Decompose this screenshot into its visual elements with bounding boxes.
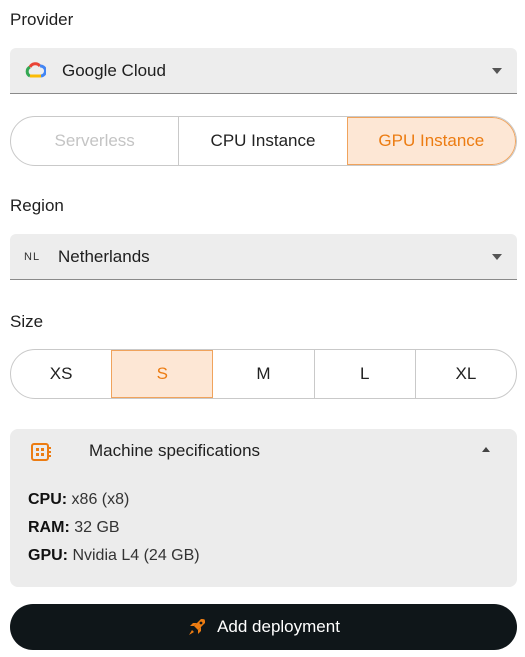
size-option-xl[interactable]: XL [414, 350, 516, 398]
machine-specifications-panel: Machine specifications CPU: x86 (x8) RAM… [10, 429, 517, 587]
chevron-down-icon[interactable] [492, 254, 502, 260]
spec-ram-value: 32 GB [69, 519, 120, 536]
region-code: NL [24, 250, 41, 263]
region-select[interactable]: NL Netherlands [10, 234, 517, 280]
spec-cpu-value: x86 (x8) [67, 491, 130, 508]
size-option-l[interactable]: L [313, 350, 415, 398]
machine-specifications-title: Machine specifications [89, 441, 261, 460]
spec-ram: RAM: 32 GB [28, 519, 120, 537]
size-label: Size [10, 312, 44, 331]
spec-gpu-value: Nvidia L4 (24 GB) [68, 547, 200, 564]
add-deployment-label: Add deployment [217, 617, 340, 636]
spec-ram-label: RAM: [28, 519, 70, 536]
provider-value: Google Cloud [62, 60, 166, 80]
size-option-m[interactable]: M [213, 350, 313, 398]
add-deployment-button[interactable]: Add deployment [10, 604, 517, 650]
cpu-chip-icon [28, 440, 52, 464]
option-cpu-instance[interactable]: CPU Instance [178, 117, 346, 165]
size-option-s[interactable]: S [111, 350, 214, 398]
google-cloud-icon [24, 61, 48, 79]
instance-type-toggle: Serverless CPU Instance GPU Instance [10, 116, 517, 166]
spec-cpu: CPU: x86 (x8) [28, 491, 129, 509]
chevron-down-icon[interactable] [492, 68, 502, 74]
region-value: Netherlands [58, 246, 150, 266]
provider-select[interactable]: Google Cloud [10, 48, 517, 94]
size-toggle: XS S M L XL [10, 349, 517, 399]
size-option-xs[interactable]: XS [11, 350, 111, 398]
spec-gpu: GPU: Nvidia L4 (24 GB) [28, 547, 200, 565]
provider-label: Provider [10, 10, 74, 29]
option-gpu-instance[interactable]: GPU Instance [346, 117, 516, 165]
spec-cpu-label: CPU: [28, 491, 68, 508]
rocket-icon [187, 617, 207, 637]
spec-gpu-label: GPU: [28, 547, 68, 564]
option-serverless: Serverless [54, 131, 135, 150]
chevron-up-icon[interactable] [482, 447, 490, 452]
region-label: Region [10, 196, 64, 215]
